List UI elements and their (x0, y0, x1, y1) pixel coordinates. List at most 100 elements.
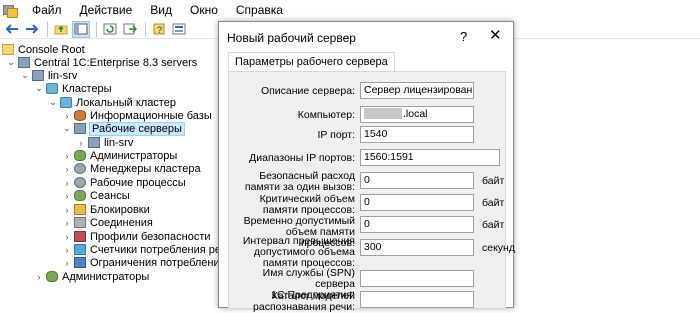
menu-file[interactable]: Файл (23, 0, 71, 20)
forward-icon[interactable] (23, 21, 41, 38)
tree-item-cluster-managers[interactable]: › Менеджеры кластера (62, 162, 201, 175)
tree-item-label: Менеджеры кластера (90, 162, 201, 175)
server-icon (32, 70, 44, 81)
shield-icon (74, 231, 86, 242)
tree-item-work-processes[interactable]: › Рабочие процессы (62, 176, 186, 189)
speech-models-field[interactable] (360, 291, 474, 308)
interval-field[interactable]: 300 (360, 239, 474, 256)
show-tree-icon[interactable] (72, 20, 90, 38)
tab-label: Параметры рабочего сервера (235, 56, 388, 68)
back-icon[interactable] (3, 21, 21, 38)
computer-field[interactable]: .local (360, 106, 474, 123)
tree-item-host[interactable]: ⌄ lin-srv (20, 69, 77, 82)
export-icon[interactable] (121, 21, 139, 38)
chevron-right-icon[interactable]: › (62, 189, 72, 202)
users-icon (46, 271, 58, 282)
chevron-right-icon[interactable]: › (34, 270, 44, 283)
tree-item-central-servers[interactable]: ⌄ Central 1C:Enterprise 8.3 servers (6, 56, 197, 69)
tree-item-work-servers[interactable]: ⌄ Рабочие серверы (62, 121, 185, 136)
chevron-right-icon[interactable]: › (62, 216, 72, 229)
safe-memory-field[interactable]: 0 (360, 172, 474, 189)
temp-memory-field[interactable]: 0 (360, 216, 474, 233)
safe-memory-label: Безопасный расход памяти за один вызов: (244, 170, 355, 193)
menu-help[interactable]: Справка (227, 0, 292, 20)
tree-item-label: Информационные базы (90, 109, 212, 122)
database-icon (74, 110, 86, 121)
lock-icon (74, 204, 86, 215)
chevron-right-icon[interactable]: › (76, 136, 86, 149)
chevron-right-icon[interactable]: › (62, 243, 72, 256)
chevron-right-icon[interactable]: › (62, 149, 72, 162)
tree-item-connections[interactable]: › Соединения (62, 216, 153, 229)
work-servers-icon (74, 123, 86, 134)
cluster-icon (60, 97, 72, 108)
tree-item-label: lin-srv (104, 136, 134, 149)
chevron-right-icon[interactable]: › (62, 230, 72, 243)
toolbar-separator (96, 21, 97, 37)
properties-icon[interactable] (170, 21, 188, 38)
chevron-down-icon[interactable]: ⌄ (34, 82, 44, 95)
tree-item-label: Администраторы (90, 149, 178, 162)
tree-item-locks[interactable]: › Блокировки (62, 203, 150, 216)
tree-item-label: Рабочие процессы (90, 176, 186, 189)
ip-ranges-field[interactable]: 1560:1591 (360, 149, 500, 166)
critical-memory-unit: байт (482, 197, 505, 209)
up-folder-icon[interactable] (52, 21, 70, 38)
ip-port-field[interactable]: 1540 (360, 126, 474, 143)
menu-view[interactable]: Вид (141, 0, 181, 20)
chevron-right-icon[interactable]: › (62, 162, 72, 175)
console-tree: Console Root ⌄ Central 1C:Enterprise 8.3… (0, 40, 220, 308)
tree-item-info-bases[interactable]: › Информационные базы (62, 109, 212, 122)
tree-item-work-server-host[interactable]: › lin-srv (76, 136, 134, 149)
tree-item-sessions[interactable]: › Сеансы (62, 189, 130, 202)
spn-field[interactable] (360, 270, 474, 287)
tree-item-label: Соединения (90, 216, 153, 229)
menu-action[interactable]: Действие (71, 0, 142, 20)
chevron-down-icon[interactable]: ⌄ (6, 56, 16, 69)
description-label: Описание сервера: (260, 85, 355, 97)
tree-item-admins[interactable]: › Администраторы (62, 149, 178, 162)
tree-item-local-cluster[interactable]: ⌄ Локальный кластер (48, 96, 176, 109)
tree-item-consumption-limits[interactable]: › Ограничения потребления ре (62, 256, 221, 269)
svg-text:?: ? (157, 25, 162, 35)
connection-icon (74, 217, 86, 228)
mmc-app-icon[interactable] (3, 3, 18, 18)
help-button[interactable]: ? (460, 29, 467, 44)
tree-item-clusters[interactable]: ⌄ Кластеры (34, 82, 112, 95)
tree-item-label: Блокировки (90, 203, 150, 216)
speech-models-label: Каталог моделей распознавания речи: (253, 290, 355, 313)
tab-server-params[interactable]: Параметры рабочего сервера (228, 52, 395, 71)
menu-bar: Файл Действие Вид Окно Справка (0, 0, 700, 20)
tree-item-label: Кластеры (62, 82, 112, 95)
help-icon[interactable]: ? (150, 21, 168, 38)
chevron-down-icon[interactable]: ⌄ (20, 69, 30, 82)
chevron-right-icon[interactable]: › (62, 176, 72, 189)
tree-item-consumption-counters[interactable]: › Счетчики потребления ресур (62, 243, 221, 256)
chevron-right-icon[interactable]: › (62, 256, 72, 269)
critical-memory-label: Критический объем памяти процессов: (259, 193, 355, 216)
sessions-icon (74, 190, 86, 201)
tab-bar: Параметры рабочего сервера (228, 52, 506, 72)
tree-item-label: lin-srv (48, 69, 78, 82)
tree-item-label: Console Root (18, 43, 85, 56)
chevron-down-icon[interactable]: ⌄ (48, 96, 58, 109)
chevron-right-icon[interactable]: › (62, 109, 72, 122)
new-work-server-dialog: Новый рабочий сервер ? ✕ Параметры рабоч… (218, 21, 515, 313)
chevron-right-icon[interactable]: › (62, 203, 72, 216)
tree-item-label: Рабочие серверы (89, 121, 185, 136)
tree-item-root-admins[interactable]: › Администраторы (34, 270, 150, 283)
tree-item-label: Администраторы (62, 270, 150, 283)
refresh-icon[interactable] (101, 21, 119, 38)
server-icon (88, 137, 100, 148)
close-button[interactable]: ✕ (489, 26, 502, 44)
redacted-hostname (364, 108, 402, 119)
description-field[interactable]: Сервер лицензирования (360, 82, 474, 99)
ip-port-label: IP порт: (317, 129, 355, 141)
menu-window[interactable]: Окно (181, 0, 227, 20)
critical-memory-field[interactable]: 0 (360, 194, 474, 211)
ip-ranges-label: Диапазоны IP портов: (249, 152, 355, 164)
chevron-down-icon[interactable]: ⌄ (62, 122, 72, 135)
tree-item-security-profiles[interactable]: › Профили безопасности (62, 230, 211, 243)
tree-item-console-root[interactable]: Console Root (2, 43, 85, 56)
safe-memory-unit: байт (482, 175, 505, 187)
